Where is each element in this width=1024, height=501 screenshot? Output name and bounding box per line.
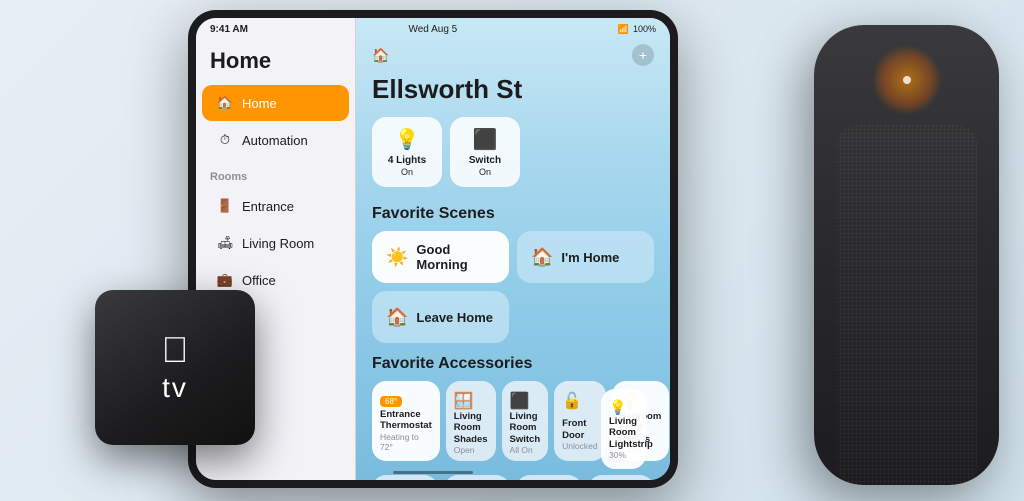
status-right: 📶 100% [618,24,656,35]
scenes-section-title: Favorite Scenes [356,201,670,231]
leave-home-icon: 🏠 [386,307,408,328]
accessory-bedroom-speaker[interactable]: 🔊 Bedroom White Hom... Paused [372,475,438,480]
thermostat-status: Heating to 72° [380,432,432,452]
scene-leave-home[interactable]: 🏠 Leave Home [372,291,509,343]
im-home-label: I'm Home [561,250,619,265]
accessory-shades[interactable]: 🪟 Living Room Shades Open [446,381,496,461]
location-icon: 🏠 [372,47,389,64]
sidebar-automation-label: Automation [242,133,308,148]
sidebar-item-home[interactable]: 🏠 Home [202,85,349,121]
switch-tile-icon: ⬛ [510,391,541,411]
location-title: Ellsworth St [356,74,670,117]
accessories-grid-row2: 🔊 Bedroom White Hom... Paused 🔊 Living R… [356,475,670,480]
accessories-section-title: Favorite Accessories [356,351,670,381]
ipad-device: 9:41 AM Wed Aug 5 📶 100% Home 🏠 Home ⏱ A… [188,10,678,488]
sidebar-home-label: Home [242,96,277,111]
sidebar-item-living-room[interactable]: 🛋 Living Room [202,225,349,261]
living-room-icon: 🛋 [216,234,234,252]
homepod-dot [903,76,911,84]
lights-label: 4 Lights On [388,155,426,178]
ipad-screen: 9:41 AM Wed Aug 5 📶 100% Home 🏠 Home ⏱ A… [196,18,670,480]
leave-home-label: Leave Home [416,310,493,325]
add-button[interactable]: + [632,44,654,66]
apple-tv-device:  tv [95,290,255,445]
home-indicator [393,471,473,474]
door-name: Front Door [562,418,597,441]
temp-badge: 68° [380,396,402,407]
wifi-icon: 📶 [618,24,629,35]
entrance-icon: 🚪 [216,197,234,215]
living-room-label: Living Room [242,236,314,251]
quick-tile-switch[interactable]: ⬛ Switch On [450,117,520,187]
homepod-mesh [837,125,977,485]
office-icon: 💼 [216,271,234,289]
switch-name: Living Room Switch [510,411,541,445]
status-time: 9:41 AM [210,24,248,35]
home-icon: 🏠 [216,94,234,112]
accessory-thermostat[interactable]: 68° Entrance Thermostat Heating to 72° [372,381,440,461]
accessory-living-speaker[interactable]: 🔊 Living Room Space Gray... Playing [444,475,510,480]
apple-tv-logo:  tv [162,332,189,404]
accessory-front-door[interactable]: 🔓 Front Door Unlocked [554,381,605,461]
quick-tile-lights[interactable]: 💡 4 Lights On [372,117,442,187]
apple-tv-text-label: tv [162,372,188,404]
entrance-label: Entrance [242,199,294,214]
good-morning-icon: ☀️ [386,247,408,268]
switch-label: Switch On [469,155,501,178]
accessory-fan[interactable]: 💨 Living Room Fan Off [588,475,654,480]
accessory-lightstrip[interactable]: 💡 Living Room Lightstrip 30% [601,389,646,469]
office-label: Office [242,273,276,288]
homepod-top-light [872,45,942,115]
accessory-office-tv[interactable]: 📺 Office Apple TV Paused [516,475,582,480]
lightstrip-icon: 💡 [609,399,638,416]
main-content: 🏠 + Ellsworth St 💡 4 Lights On ⬛ Switch [356,18,670,480]
im-home-icon: 🏠 [531,247,553,268]
automation-icon: ⏱ [216,131,234,149]
shades-icon: 🪟 [454,391,488,411]
lightstrip-status: 30% [609,450,638,460]
shades-status: Open [454,445,488,455]
sidebar-item-automation[interactable]: ⏱ Automation [202,122,349,158]
battery-level: 100% [633,24,656,34]
scene-good-morning[interactable]: ☀️ Good Morning [372,231,509,283]
switch-icon: ⬛ [473,127,498,152]
lights-icon: 💡 [395,127,420,152]
status-bar: 9:41 AM Wed Aug 5 📶 100% [196,18,670,40]
scene-im-home[interactable]: 🏠 I'm Home [517,231,654,283]
door-icon: 🔓 [562,391,597,411]
sidebar-item-entrance[interactable]: 🚪 Entrance [202,188,349,224]
door-status: Unlocked [562,441,597,451]
quick-tiles-row: 💡 4 Lights On ⬛ Switch On [356,117,670,201]
accessory-switch[interactable]: ⬛ Living Room Switch All On [502,381,549,461]
thermostat-name: Entrance Thermostat [380,409,432,432]
lightstrip-name: Living Room Lightstrip [609,416,638,450]
shades-name: Living Room Shades [454,411,488,445]
scenes-grid: ☀️ Good Morning 🏠 I'm Home [356,231,670,291]
switch-status: All On [510,445,541,455]
good-morning-label: Good Morning [416,242,495,272]
homepod-device [814,25,999,485]
status-date: Wed Aug 5 [408,24,457,35]
rooms-section-title: Rooms [196,159,355,187]
apple-logo-icon:  [162,332,189,368]
